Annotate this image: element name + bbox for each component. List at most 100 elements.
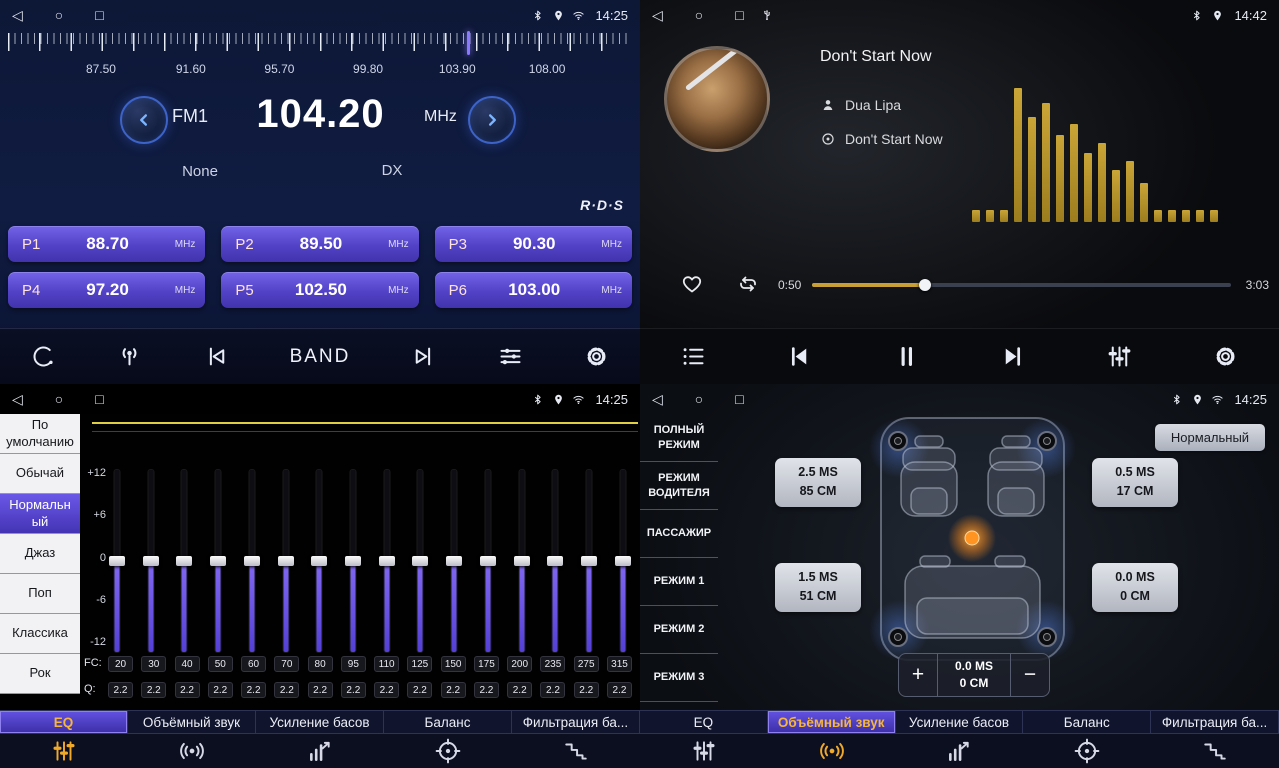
eq-band-slider[interactable] [243,468,261,654]
eq-band-slider[interactable] [175,468,193,654]
eq-preset-item[interactable]: Нормальный [0,494,80,534]
eq-band-slider[interactable] [580,468,598,654]
home-icon[interactable]: ○ [55,392,63,406]
tab-eq[interactable]: EQ [0,711,128,733]
rear-left-delay-button[interactable]: 1.5 MS 51 CM [775,563,861,612]
eq-preset-item[interactable]: Классика [0,614,80,654]
seek-bar[interactable] [812,283,1231,287]
recents-icon[interactable]: □ [95,8,103,22]
tab-eq-icon-cell[interactable] [0,734,128,768]
stage-mode-item[interactable]: ПАССАЖИР [640,510,718,558]
rear-right-delay-button[interactable]: 0.0 MS 0 CM [1092,563,1178,612]
back-icon[interactable]: ◁ [652,392,663,406]
tab-bass-boost[interactable]: Усиление басов [896,711,1024,733]
gear-icon[interactable] [1212,343,1239,370]
tab-bass-boost[interactable]: Усиление басов [256,711,384,733]
back-icon[interactable]: ◁ [652,8,663,22]
tab-filter[interactable]: Фильтрация ба... [512,711,640,733]
tab-eq-icon-cell[interactable] [640,734,768,768]
tune-down-button[interactable] [120,96,168,144]
home-icon[interactable]: ○ [55,8,63,22]
eq-band-slider[interactable] [378,468,396,654]
tab-surround-icon-cell[interactable] [128,734,256,768]
tune-up-button[interactable] [468,96,516,144]
eq-band-slider[interactable] [310,468,328,654]
back-icon[interactable]: ◁ [12,8,23,22]
decrease-delay-button[interactable]: − [1011,654,1049,696]
eq-band-slider[interactable] [344,468,362,654]
eq-preset-item[interactable]: Поп [0,574,80,614]
stage-mode-item[interactable]: ПОЛНЫЙ РЕЖИМ [640,414,718,462]
stage-mode-item[interactable]: РЕЖИМ ВОДИТЕЛЯ [640,462,718,510]
tab-balance[interactable]: Баланс [1023,711,1151,733]
playlist-icon[interactable] [680,343,707,370]
increase-delay-button[interactable]: + [899,654,937,696]
recents-icon[interactable]: □ [735,8,743,22]
tab-surround-sound[interactable]: Объёмный звук [128,711,256,733]
eq-preset-item[interactable]: Рок [0,654,80,694]
eq-band-slider[interactable] [108,468,126,654]
seek-handle[interactable] [919,279,931,291]
previous-track-icon[interactable] [786,343,813,370]
home-icon[interactable]: ○ [695,8,703,22]
eq-preset-item[interactable]: По умолчанию [0,414,80,454]
q-value: 2.2 [607,682,632,698]
radio-preset-p2[interactable]: P289.50MHz [221,226,418,262]
tab-balance-icon-cell[interactable] [384,734,512,768]
stage-mode-item[interactable]: РЕЖИМ 3 [640,654,718,702]
equalizer-icon[interactable] [1106,343,1133,370]
eq-band-slider[interactable] [513,468,531,654]
recents-icon[interactable]: □ [95,392,103,406]
freq-scale-label: 108.00 [529,62,566,76]
tab-filter[interactable]: Фильтрация ба... [1151,711,1279,733]
radio-preset-p6[interactable]: P6103.00MHz [435,272,632,308]
tab-balance-icon-cell[interactable] [1023,734,1151,768]
eq-preset-item[interactable]: Обычай [0,454,80,494]
tab-balance[interactable]: Баланс [384,711,512,733]
eq-band-slider[interactable] [277,468,295,654]
radio-preset-p4[interactable]: P497.20MHz [8,272,205,308]
pause-icon[interactable] [893,343,920,370]
eq-band-slider[interactable] [614,468,632,654]
back-icon[interactable]: ◁ [12,392,23,406]
stage-mode-item[interactable]: РЕЖИМ 2 [640,606,718,654]
eq-band-slider[interactable] [411,468,429,654]
total-time: 3:03 [1246,278,1269,292]
front-left-delay-button[interactable]: 2.5 MS 85 CM [775,458,861,507]
eq-band-slider[interactable] [445,468,463,654]
eq-band-slider[interactable] [142,468,160,654]
tab-bass-icon-cell[interactable] [896,734,1024,768]
eq-band-slider[interactable] [479,468,497,654]
tab-surround-icon-cell[interactable] [768,734,896,768]
front-right-delay-button[interactable]: 0.5 MS 17 CM [1092,458,1178,507]
next-track-icon[interactable] [999,343,1026,370]
eq-band-slider[interactable] [546,468,564,654]
previous-station-icon[interactable] [203,343,230,370]
recents-icon[interactable]: □ [735,392,743,406]
radio-preset-p5[interactable]: P5102.50MHz [221,272,418,308]
preset-number: P5 [235,282,253,299]
fc-value: 175 [474,656,499,672]
scan-icon[interactable] [30,343,57,370]
eq-band-slider[interactable] [209,468,227,654]
repeat-button[interactable] [736,272,760,296]
radio-preset-p3[interactable]: P390.30MHz [435,226,632,262]
frequency-ruler[interactable] [8,33,632,59]
tab-eq[interactable]: EQ [640,711,768,733]
home-icon[interactable]: ○ [695,392,703,406]
gear-icon[interactable] [583,343,610,370]
tab-surround-sound[interactable]: Объёмный звук [768,711,896,733]
tab-filter-icon-cell[interactable] [1151,734,1279,768]
tab-bass-icon-cell[interactable] [256,734,384,768]
audio-settings-icon[interactable] [497,343,524,370]
broadcast-icon[interactable] [116,343,143,370]
favorite-button[interactable] [680,272,704,296]
band-button[interactable]: BAND [290,346,351,368]
next-station-icon[interactable] [410,343,437,370]
eq-preset-item[interactable]: Джаз [0,534,80,574]
stage-preset-button[interactable]: Нормальный [1155,424,1265,451]
tuning-indicator [467,31,470,55]
tab-filter-icon-cell[interactable] [512,734,640,768]
stage-mode-item[interactable]: РЕЖИМ 1 [640,558,718,606]
radio-preset-p1[interactable]: P188.70MHz [8,226,205,262]
